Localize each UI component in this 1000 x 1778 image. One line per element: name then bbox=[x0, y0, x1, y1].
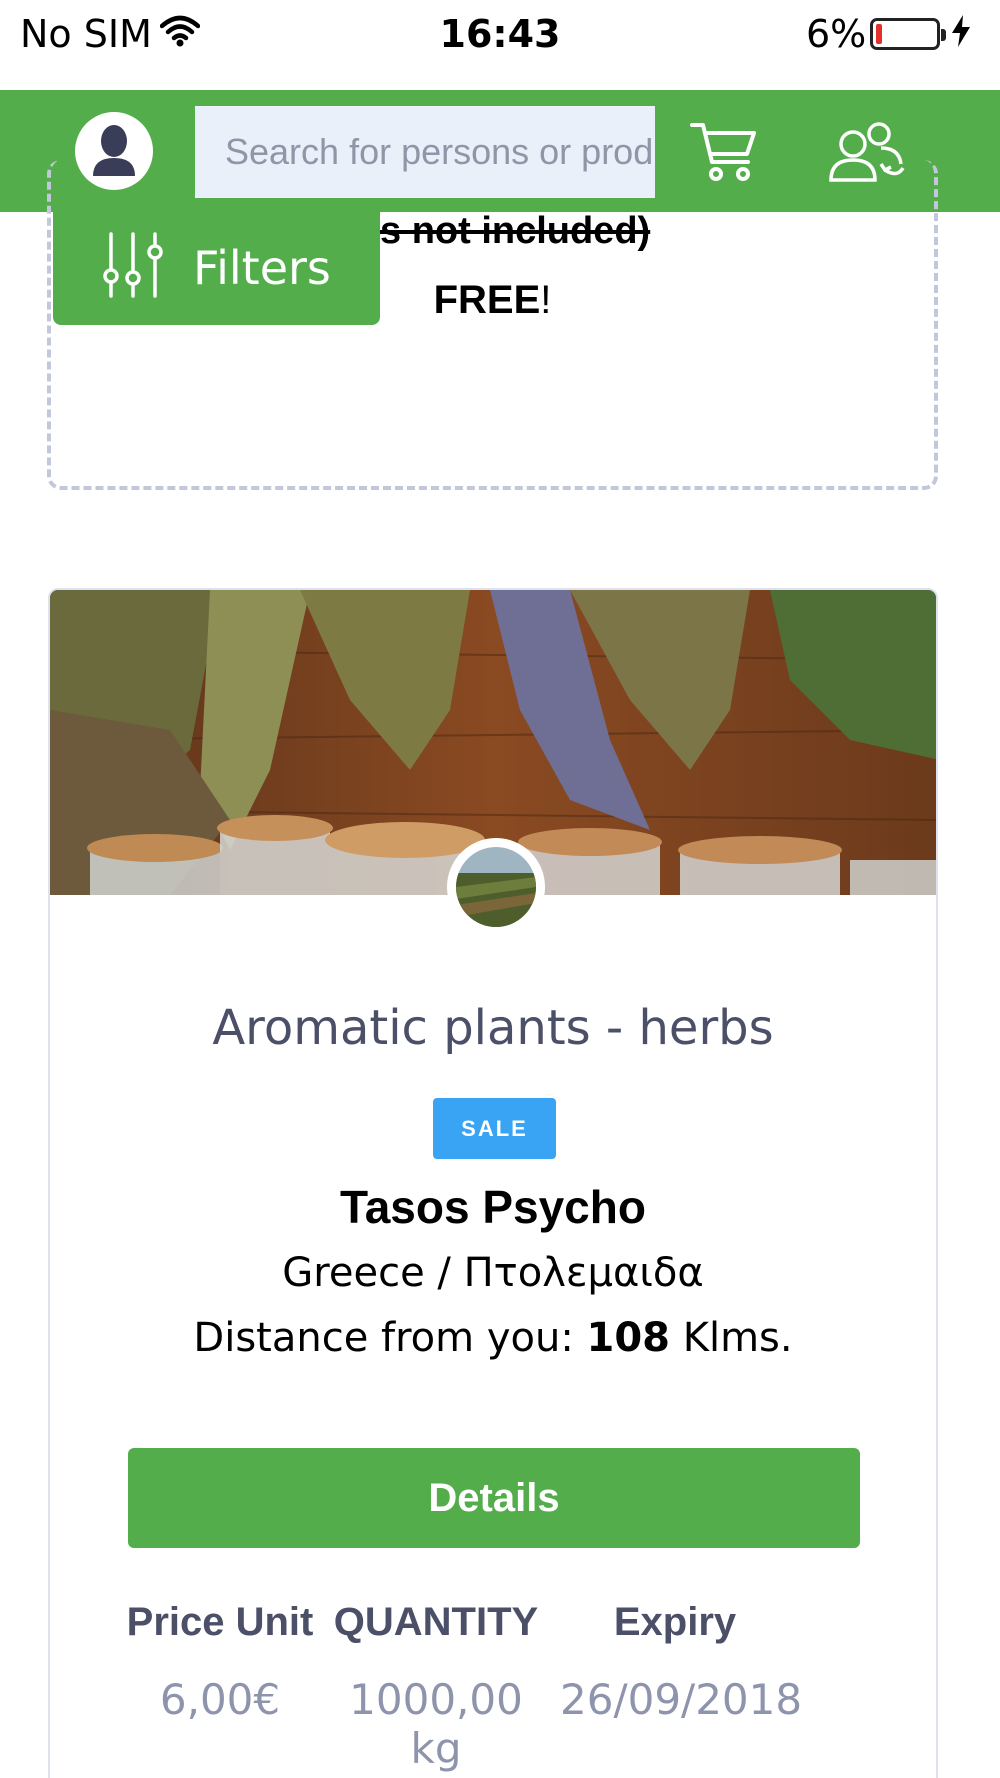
distance-prefix: Distance from you: bbox=[193, 1315, 587, 1361]
distance-line: Distance from you: 108 Klms. bbox=[50, 1315, 936, 1361]
product-title: Aromatic plants - herbs bbox=[212, 1000, 774, 1056]
sale-badge: SALE bbox=[433, 1098, 556, 1159]
filters-button[interactable]: Filters bbox=[53, 210, 380, 325]
status-bar: No SIM 16:43 6% bbox=[0, 0, 1000, 90]
distance-value: 108 bbox=[586, 1315, 671, 1361]
seller-name[interactable]: Tasos Psycho bbox=[50, 1180, 936, 1234]
battery-icon bbox=[870, 18, 946, 50]
product-card: Aromatic plants - herbs SALE Tasos Psych… bbox=[48, 588, 938, 1778]
shipping-note: s not included) bbox=[380, 210, 651, 252]
seller-location: Greece / Πτολεμαιδα bbox=[282, 1250, 704, 1296]
sliders-icon bbox=[101, 232, 165, 303]
distance-unit: Klms. bbox=[670, 1315, 793, 1361]
expiry-header: Expiry bbox=[613, 1600, 737, 1644]
expiry-value: 26/09/2018 bbox=[560, 1675, 803, 1724]
price-unit-header: Price Unit bbox=[126, 1600, 314, 1644]
battery-level-fill bbox=[876, 24, 882, 44]
seller-logo[interactable] bbox=[447, 838, 545, 936]
filters-label: Filters bbox=[193, 240, 331, 295]
battery-percent: 6% bbox=[806, 12, 867, 56]
free-suffix: ! bbox=[540, 278, 552, 322]
charging-bolt-icon bbox=[950, 14, 972, 53]
quantity-header: QUANTITY bbox=[333, 1600, 539, 1644]
details-button[interactable]: Details bbox=[128, 1448, 860, 1548]
quantity-value: 1000,00 kg bbox=[349, 1675, 523, 1773]
free-word: FREE bbox=[433, 278, 541, 322]
price-unit-value: 6,00€ bbox=[159, 1675, 281, 1724]
